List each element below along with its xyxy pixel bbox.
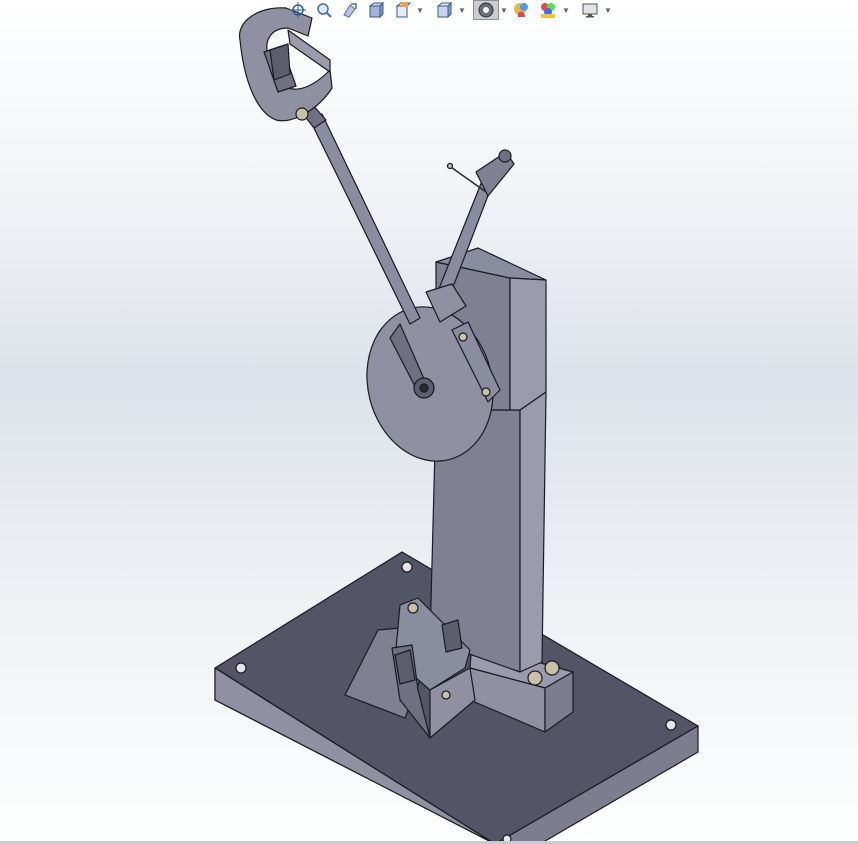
heads-up-view-toolbar: ▼ ▼ ▼ ▼ ▼: [285, 0, 615, 20]
pendulum-impact-tester-model[interactable]: [0, 0, 858, 844]
view-orientation-dropdown-icon[interactable]: ▼: [457, 0, 467, 20]
dynamic-annotation-icon[interactable]: [389, 0, 415, 20]
hide-show-items-icon[interactable]: [509, 0, 535, 20]
pendulum-hammer: [239, 7, 333, 122]
view-settings-icon[interactable]: [577, 0, 603, 20]
display-style-icon[interactable]: [473, 0, 499, 20]
display-style-dropdown-icon[interactable]: ▼: [499, 0, 509, 20]
previous-view-icon[interactable]: [337, 0, 363, 20]
zoom-to-fit-icon[interactable]: [285, 0, 311, 20]
edit-appearance-icon[interactable]: [535, 0, 561, 20]
zoom-to-area-icon[interactable]: [311, 0, 337, 20]
pendulum-arm: [299, 103, 421, 325]
graphics-viewport[interactable]: ▼ ▼ ▼ ▼ ▼: [0, 0, 858, 844]
view-orientation-icon[interactable]: [431, 0, 457, 20]
edit-appearance-dropdown-icon[interactable]: ▼: [561, 0, 571, 20]
dynamic-annotation-dropdown-icon[interactable]: ▼: [415, 0, 425, 20]
section-view-icon[interactable]: [363, 0, 389, 20]
view-settings-dropdown-icon[interactable]: ▼: [603, 0, 613, 20]
